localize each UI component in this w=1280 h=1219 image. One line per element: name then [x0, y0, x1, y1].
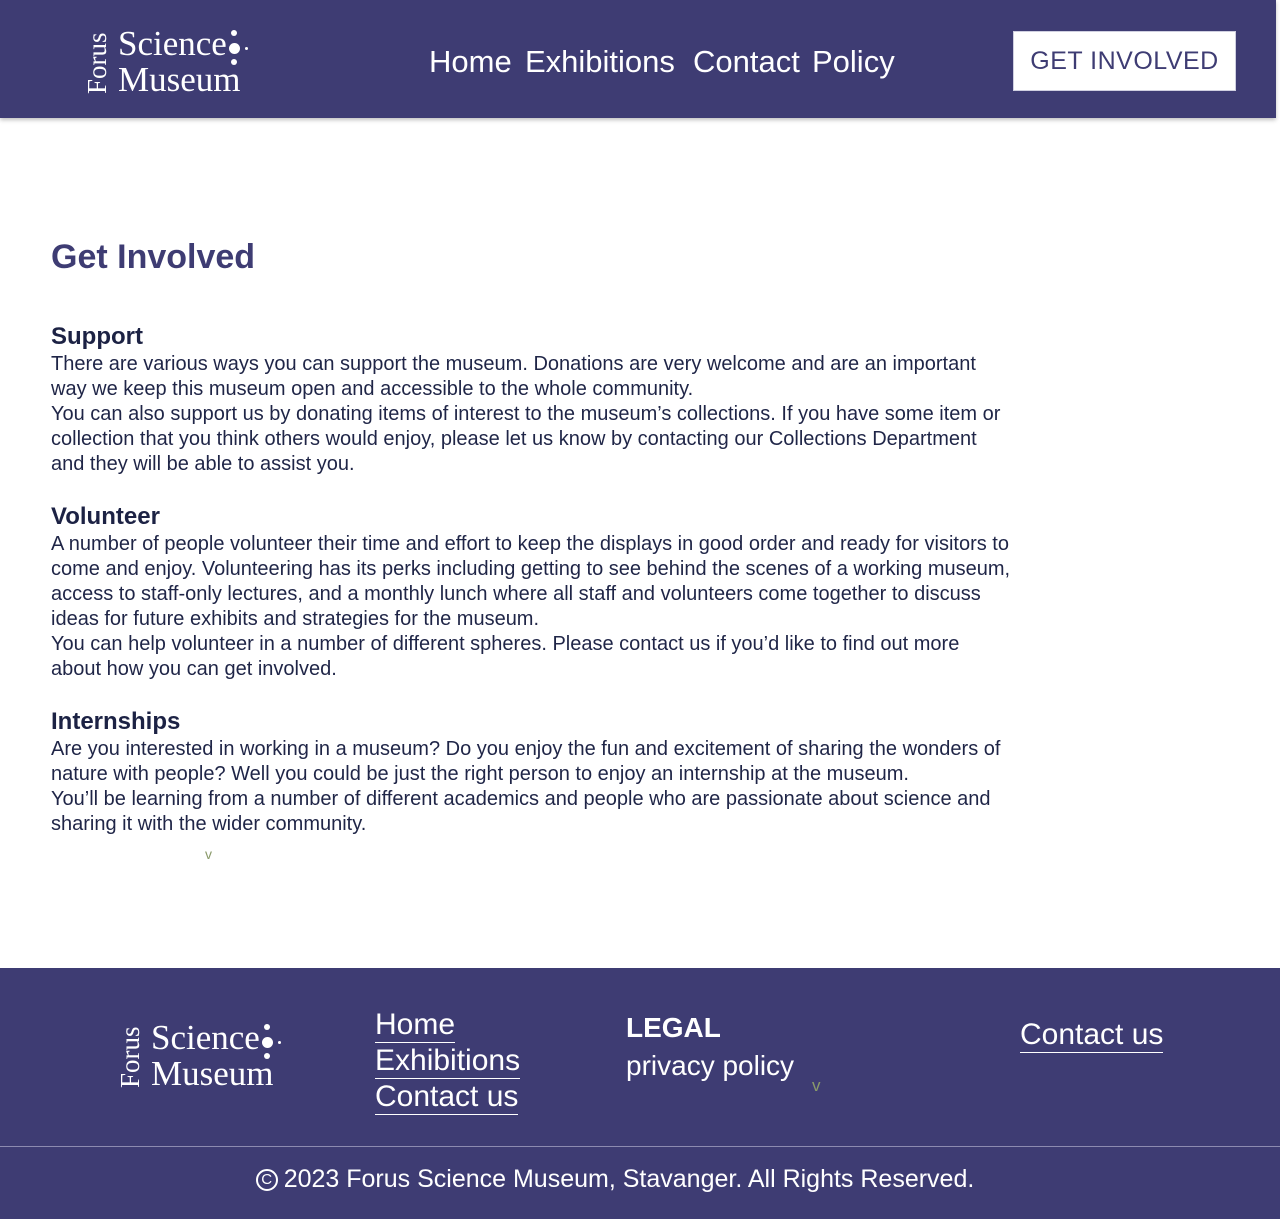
logo-museum-text: Museum: [118, 60, 241, 99]
logo-dot-icon: [231, 59, 237, 65]
section-volunteer: Volunteer A number of people volunteer t…: [51, 502, 1011, 682]
section-paragraph: You can help volunteer in a number of di…: [51, 633, 960, 680]
logo-museum-text: Museum: [151, 1054, 274, 1093]
footer-link-exhibitions[interactable]: Exhibitions: [375, 1044, 521, 1079]
logo-science-text: Science: [151, 1018, 260, 1057]
logo-dot-icon: [278, 1041, 281, 1044]
section-paragraph: You’ll be learning from a number of diff…: [51, 788, 991, 835]
section-internships: Internships Are you interested in workin…: [51, 707, 1011, 837]
privacy-policy-link[interactable]: privacy policy: [626, 1050, 794, 1082]
copyright-icon: C: [255, 1168, 278, 1191]
stray-glyph: v: [205, 846, 212, 862]
logo-forus-text: Forus: [82, 32, 112, 94]
footer-link-contact[interactable]: Contact us: [375, 1080, 519, 1115]
museum-logo[interactable]: Forus Science Museum: [82, 22, 254, 99]
footer-link-home[interactable]: Home: [375, 1008, 456, 1043]
logo-dot-icon: [262, 1037, 273, 1048]
logo-dot-icon: [231, 30, 237, 36]
section-heading: Volunteer: [51, 503, 160, 530]
footer-logo[interactable]: Forus Science Museum: [115, 1016, 287, 1093]
section-support: Support There are various ways you can s…: [51, 322, 1011, 477]
logo-forus-text: Forus: [115, 1026, 145, 1088]
section-paragraph: There are various ways you can support t…: [51, 353, 976, 400]
section-paragraph: Are you interested in working in a museu…: [51, 738, 1001, 785]
nav-policy[interactable]: Policy: [812, 44, 895, 80]
section-heading: Internships: [51, 708, 181, 735]
copyright-text: 2023 Forus Science Museum, Stavanger. Al…: [283, 1165, 975, 1193]
section-paragraph: You can also support us by donating item…: [51, 403, 1001, 475]
get-involved-button[interactable]: GET INVOLVED: [1013, 31, 1236, 91]
nav-contact[interactable]: Contact: [693, 44, 800, 80]
logo-dot-icon: [264, 1053, 270, 1059]
logo-dot-icon: [245, 47, 248, 50]
section-paragraph: A number of people volunteer their time …: [51, 533, 1011, 630]
nav-home[interactable]: Home: [429, 44, 512, 80]
footer-contact-us-link[interactable]: Contact us: [1020, 1018, 1164, 1053]
stray-glyph: v: [812, 1076, 821, 1095]
logo-dot-icon: [264, 1024, 270, 1030]
logo-science-text: Science: [118, 24, 227, 63]
section-heading: Support: [51, 323, 143, 350]
legal-heading: LEGAL: [626, 1012, 721, 1043]
nav-exhibitions[interactable]: Exhibitions: [525, 44, 675, 80]
site-header: Forus Science Museum Home Exhibitions Co…: [0, 0, 1276, 118]
logo-dot-icon: [229, 43, 240, 54]
page-title: Get Involved: [51, 238, 256, 276]
footer-divider: [0, 1146, 1280, 1147]
site-footer: Forus Science Museum Home Exhibitions Co…: [0, 968, 1280, 1219]
copyright: C 2023 Forus Science Museum, Stavanger. …: [0, 1165, 1230, 1194]
